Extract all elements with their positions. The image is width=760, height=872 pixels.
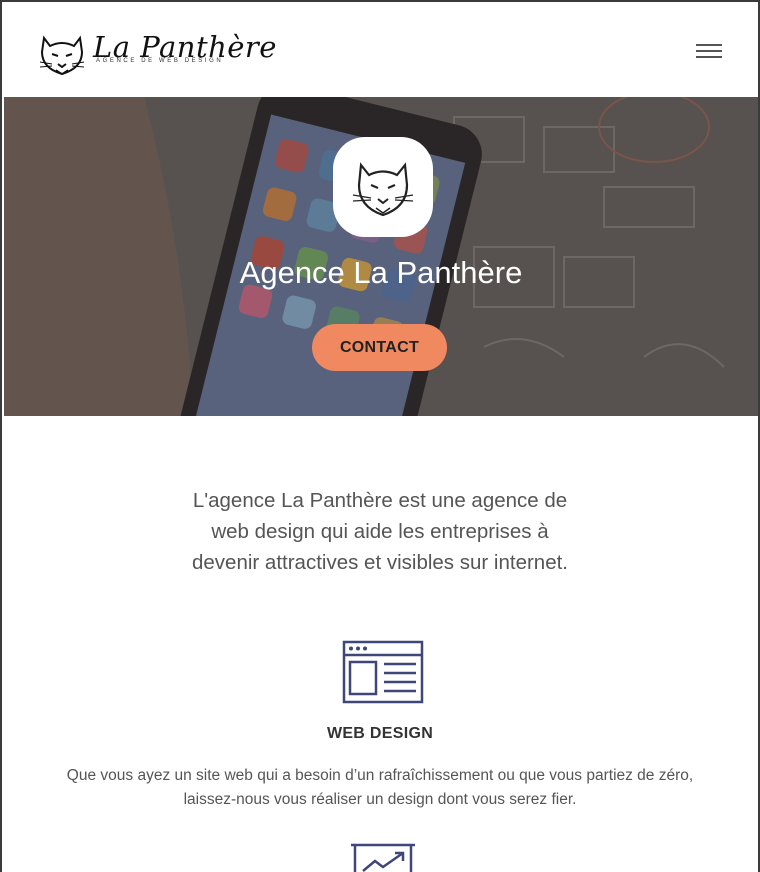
service-title: WEB DESIGN [326, 725, 434, 742]
contact-button[interactable]: CONTACT [312, 324, 447, 371]
intro-line: web design qui aide les entreprises à [211, 520, 549, 543]
panther-head-icon [352, 162, 414, 217]
hero-logo-badge [333, 137, 433, 237]
service-description: Que vous ayez un site web qui a besoin d… [2, 764, 758, 812]
intro-line: L'agence La Panthère est une agence de [192, 489, 568, 512]
intro-line: devenir attractives et visibles sur inte… [192, 551, 568, 574]
service-desc-line: laissez-nous vous réaliser un design don… [183, 791, 577, 808]
site-logo[interactable]: La Panthère AGENCE DE WEB DESIGN [36, 30, 276, 78]
hero-banner: Agence La Panthère CONTACT [4, 97, 758, 416]
web-page-layout-icon [342, 640, 424, 704]
logo-subtitle: AGENCE DE WEB DESIGN [96, 58, 224, 64]
site-header: La Panthère AGENCE DE WEB DESIGN [4, 4, 758, 97]
panther-logo-icon [39, 35, 85, 76]
intro-text: L'agence La Panthère est une agence de w… [2, 485, 758, 578]
hero-title: Agence La Panthère [239, 255, 523, 290]
service-desc-line: Que vous ayez un site web qui a besoin d… [66, 767, 694, 784]
hamburger-menu-icon[interactable] [696, 44, 724, 62]
chart-growth-icon [351, 843, 415, 872]
page-frame: La Panthère AGENCE DE WEB DESIGN Agence … [0, 0, 760, 872]
